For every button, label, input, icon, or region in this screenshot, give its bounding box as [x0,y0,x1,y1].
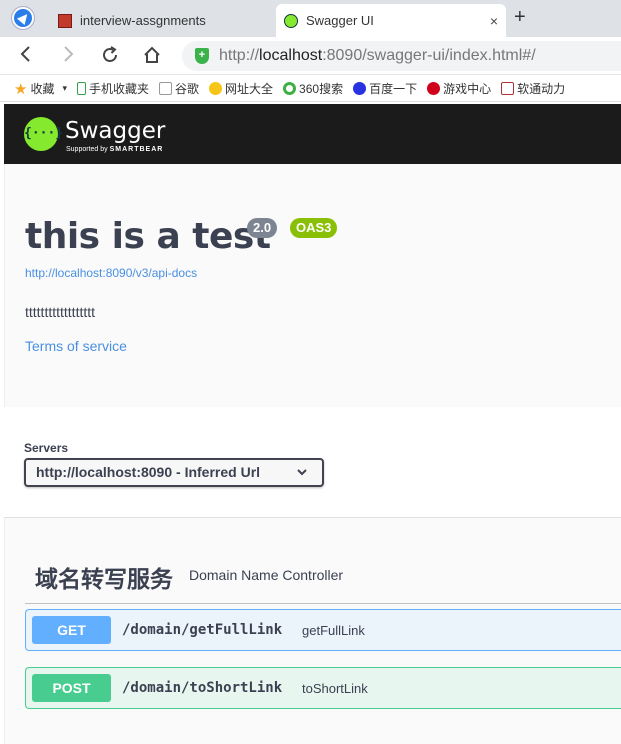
browser-tab-bar: interview-assgnments Swagger UI × + [0,0,621,37]
browser-toolbar: + http://localhost:8090/swagger-ui/index… [0,37,621,75]
url-prefix: http:// [219,47,260,64]
bookmark-item[interactable]: 游戏中心 [427,80,491,97]
servers-section: Servers http://localhost:8090 - Inferred… [4,407,621,518]
operation-to-short-link[interactable]: POST /domain/toShortLink toShortLink [25,667,621,709]
method-badge: POST [32,674,111,702]
api-description: tttttttttttttttttt [25,304,96,320]
bookmark-item[interactable]: 软通动力 [501,80,565,97]
browser-logo-icon[interactable] [12,7,34,29]
terms-of-service-link[interactable]: Terms of service [25,338,127,354]
api-info-section: this is a test 2.0 OAS3 http://localhost… [4,164,621,407]
bookmark-label: 手机收藏夹 [89,82,150,96]
bookmarks-bar: ★ 收藏 ▾ 手机收藏夹 谷歌 网址大全 360搜索 百度一下 游戏中心 软通动力 [0,76,621,102]
tab-title: Swagger UI [306,13,374,28]
oas-badge: OAS3 [290,218,338,238]
tab-favicon-icon [58,13,72,28]
game-icon [427,82,441,95]
tag-name: 域名转写服务 [35,566,173,592]
chevron-down-icon [296,460,308,485]
phone-icon [77,82,86,95]
operation-summary: getFullLink [302,623,365,638]
home-icon[interactable] [142,46,162,69]
star-icon: ★ [14,80,28,98]
bookmark-label: 收藏 [30,82,55,96]
baidu-icon [353,82,367,95]
tab-title: interview-assgnments [80,13,206,28]
supported-by-text: Supported by [66,146,108,153]
method-badge: GET [32,616,111,644]
bookmark-item[interactable]: 谷歌 [159,80,199,97]
operation-path: /domain/toShortLink [122,680,283,696]
bookmark-item[interactable]: 网址大全 [209,80,273,97]
operation-get-full-link[interactable]: GET /domain/getFullLink getFullLink [25,609,621,651]
smartbear-tagline: Supported by SMARTBEAR [66,146,163,153]
servers-selected-value: http://localhost:8090 - Inferred Url [36,464,261,480]
url-path: :8090/swagger-ui/index.html#/ [322,47,536,64]
url-host: localhost [259,47,323,64]
swagger-brand[interactable]: Swagger [65,118,165,144]
bookmark-label: 游戏中心 [443,82,492,96]
new-tab-icon[interactable]: + [514,6,526,29]
bookmark-label: 软通动力 [517,82,566,96]
back-icon[interactable] [16,46,36,67]
secure-shield-icon: + [195,48,209,64]
page-title: this is a test [25,216,271,257]
forward-icon[interactable] [58,46,78,67]
operations-section: 域名转写服务 Domain Name Controller GET /domai… [4,518,621,744]
swagger-logo-icon[interactable]: {···} [24,117,63,151]
bookmark-item[interactable]: ★ 收藏 ▾ [14,80,67,98]
globe-icon [209,82,223,95]
swagger-favicon-icon [284,13,298,28]
servers-dropdown[interactable]: http://localhost:8090 - Inferred Url [24,458,324,487]
tag-header[interactable]: 域名转写服务 Domain Name Controller [25,556,621,604]
search-360-icon [283,82,297,95]
document-icon [159,82,173,95]
swagger-topbar: {···} Swagger Supported by SMARTBEAR [4,104,621,164]
tab-swagger-ui[interactable]: Swagger UI × [276,4,506,37]
bookmark-label: 360搜索 [299,82,344,96]
operation-path: /domain/getFullLink [122,622,283,638]
version-badge: 2.0 [247,218,278,238]
bookmark-label: 百度一下 [369,82,418,96]
smartbear-text: SMARTBEAR [109,146,164,153]
bookmark-item[interactable]: 百度一下 [353,80,417,97]
bookmark-item[interactable]: 手机收藏夹 [77,80,149,97]
bookmark-item[interactable]: 360搜索 [283,80,343,97]
operation-summary: toShortLink [302,681,368,696]
psd-icon [501,82,515,95]
address-bar[interactable]: + http://localhost:8090/swagger-ui/index… [182,41,621,71]
tag-description: Domain Name Controller [189,567,344,583]
bookmark-label: 谷歌 [175,82,200,96]
close-tab-icon[interactable]: × [490,13,498,29]
reload-icon[interactable] [100,46,120,69]
api-docs-link[interactable]: http://localhost:8090/v3/api-docs [25,266,197,280]
caret-down-icon[interactable]: ▾ [62,83,67,94]
bookmark-label: 网址大全 [225,82,274,96]
servers-label: Servers [24,441,69,455]
tab-interview-assgnments[interactable]: interview-assgnments [50,4,275,37]
